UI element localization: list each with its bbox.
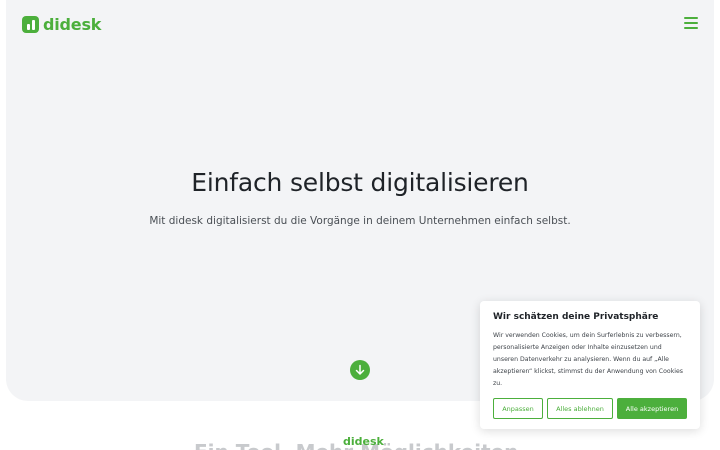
- cookie-consent-banner: Wir schätzen deine Privatsphäre Wir verw…: [480, 301, 700, 429]
- scroll-down-button[interactable]: [350, 360, 370, 380]
- reject-all-button[interactable]: Alles ablehnen: [547, 398, 613, 419]
- arrow-down-icon: [355, 364, 365, 375]
- cookie-buttons: Anpassen Alles ablehnen Alle akzeptieren: [493, 398, 687, 419]
- logo-mark-icon: [22, 16, 39, 33]
- brand-logo[interactable]: didesk: [22, 15, 101, 34]
- hamburger-menu-icon[interactable]: [684, 17, 698, 29]
- accept-all-button[interactable]: Alle akzeptieren: [617, 398, 687, 419]
- hero-subtitle: Mit didesk digitalisierst du die Vorgäng…: [149, 215, 571, 227]
- cookie-text: Wir verwenden Cookies, um dein Surferleb…: [493, 332, 684, 387]
- section-label: didesk: [343, 435, 384, 448]
- customize-button[interactable]: Anpassen: [493, 398, 543, 419]
- cookie-title: Wir schätzen deine Privatsphäre: [493, 312, 659, 322]
- logo-text: didesk: [43, 15, 102, 34]
- hero-title: Einfach selbst digitalisieren: [191, 168, 529, 197]
- top-navigation: didesk: [0, 0, 720, 48]
